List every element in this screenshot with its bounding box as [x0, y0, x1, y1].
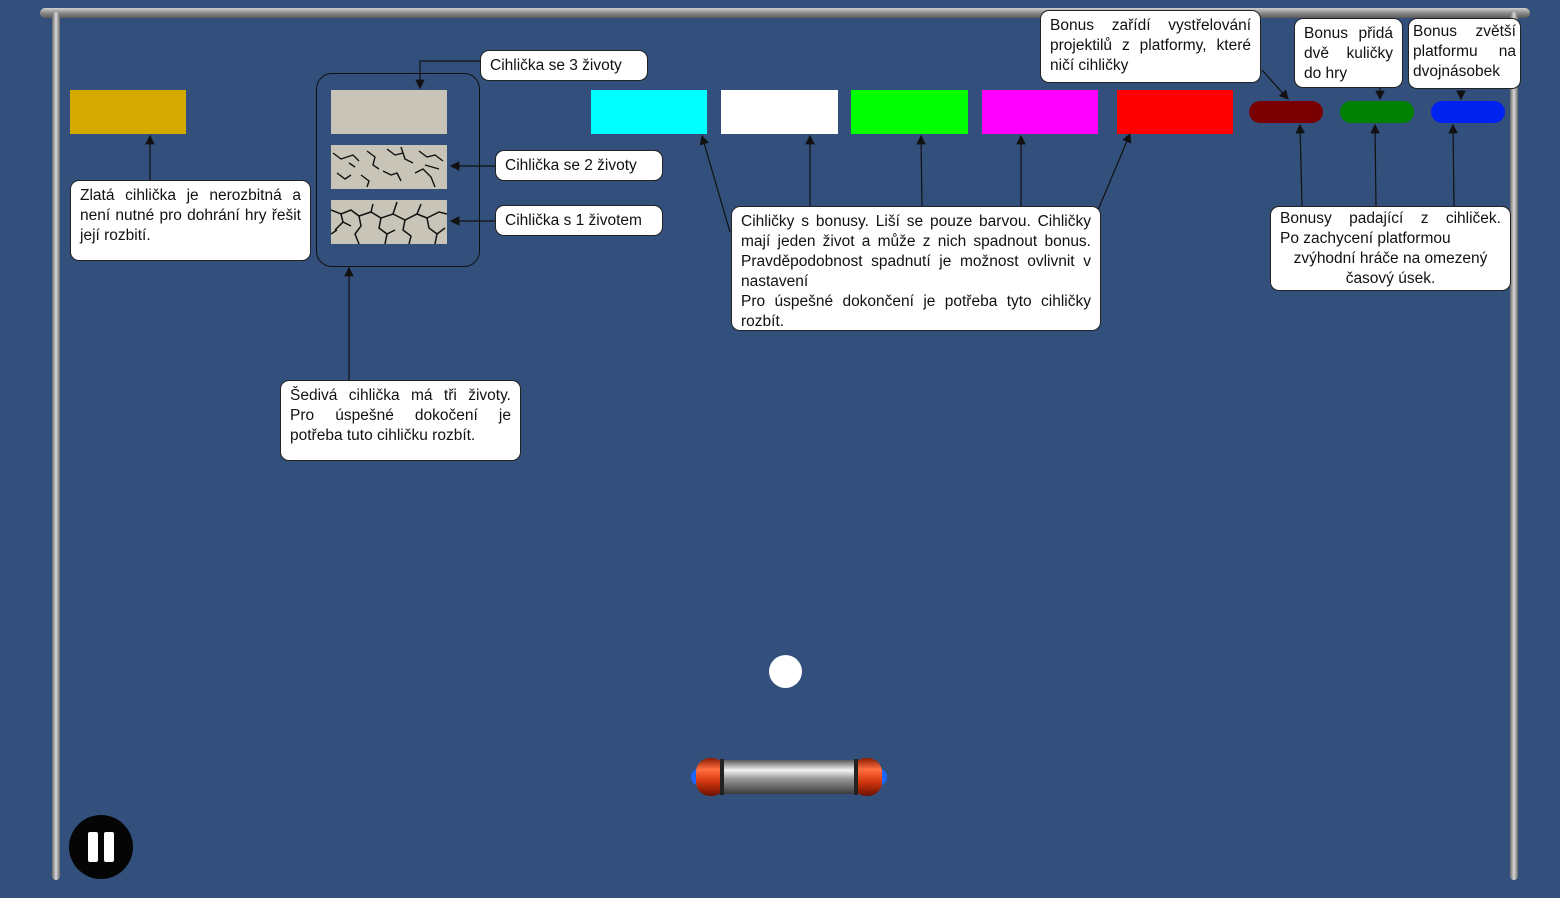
gold-brick-note: Zlatá cihlička je nerozbitná a není nutn…: [70, 180, 311, 261]
falling-bonuses-line-3: zvýhodní hráče na omezený: [1293, 250, 1488, 267]
falling-bonuses-note: Bonusy padající z cihliček. Po zachycení…: [1270, 206, 1511, 291]
bonus-bricks-text-2: Pro úspešné dokončení je potřeba tyto ci…: [741, 293, 1091, 330]
projectile-bonus-note: Bonus zařídí vystřelování projektilů z p…: [1040, 10, 1261, 83]
pause-icon-bar: [104, 832, 114, 862]
falling-bonuses-line-4: časový úsek.: [1345, 270, 1436, 287]
paddle[interactable]: [690, 756, 888, 798]
ball: [769, 655, 802, 688]
pause-icon: [88, 832, 98, 862]
bonus-bricks-note: Cihličky s bonusy. Liší se pouze barvou.…: [731, 206, 1101, 331]
bonus-bricks-text: Cihličky s bonusy. Liší se pouze barvou.…: [741, 213, 1091, 290]
gray-brick-note: Šedivá cihlička má tři životy. Pro úspeš…: [280, 380, 521, 461]
falling-bonuses-line-1: Bonusy padající z cihliček.: [1280, 210, 1501, 227]
lives-2-label: Cihlička se 2 životy: [495, 150, 663, 181]
multiball-bonus-note: Bonus přidá dvě kuličky do hry: [1294, 18, 1403, 88]
pause-button[interactable]: [69, 815, 133, 879]
falling-bonuses-line-2: Po zachycení platformou: [1280, 230, 1451, 247]
lives-1-label: Cihlička s 1 životem: [495, 205, 663, 236]
lives-3-label: Cihlička se 3 životy: [480, 50, 648, 81]
enlarge-bonus-note: Bonus zvětší platformu na dvojnásobek: [1408, 18, 1521, 89]
